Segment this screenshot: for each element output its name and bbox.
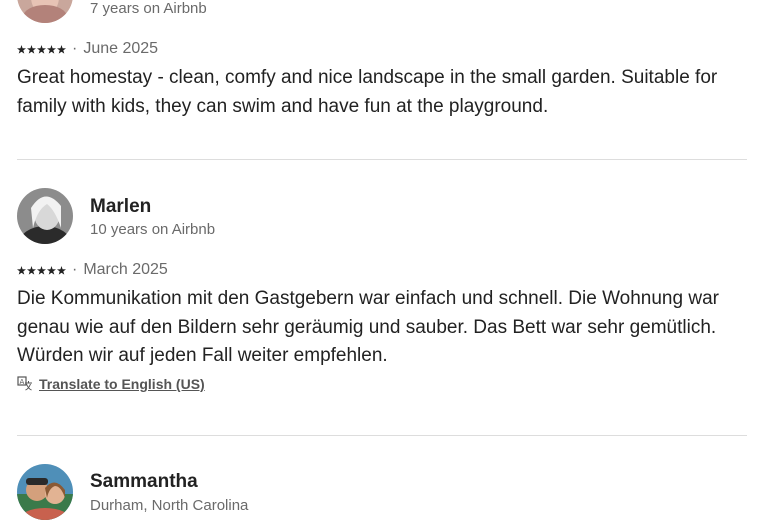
review-date: March 2025 [83,261,168,278]
five-star-rating [17,44,66,54]
star-icon [47,265,56,275]
rating-line: · March 2025 [17,261,168,279]
star-icon [37,44,46,54]
star-icon [27,44,36,54]
translate-link[interactable]: A Translate to English (US) [17,376,205,392]
svg-text:A: A [20,378,25,386]
star-icon [57,44,66,54]
reviewer-name: Sammantha [90,471,198,492]
translate-link-label[interactable]: Translate to English (US) [39,376,205,392]
star-icon [47,44,56,54]
reviewer-avatar[interactable] [17,464,73,520]
five-star-rating [17,265,66,275]
separator-dot: · [72,261,78,278]
reviewer-avatar[interactable] [17,188,73,244]
star-icon [17,265,26,275]
star-icon [37,265,46,275]
reviewer-tenure: 7 years on Airbnb [90,0,207,17]
reviewer-location: Durham, North Carolina [90,497,249,514]
divider [17,159,747,160]
star-icon [27,265,36,275]
divider [17,435,747,436]
star-icon [17,44,26,54]
rating-line: · June 2025 [17,40,158,58]
star-icon [57,265,66,275]
review-text: Die Kommunikation mit den Gastgebern war… [17,288,719,366]
review-text: Great homestay - clean, comfy and nice l… [17,67,718,117]
reviewer-name: Marlen [90,196,152,217]
review-date: June 2025 [83,40,159,57]
reviewer-avatar[interactable] [17,0,73,23]
translate-icon: A [17,376,32,391]
reviewer-tenure: 10 years on Airbnb [90,221,216,238]
separator-dot: · [72,40,78,57]
